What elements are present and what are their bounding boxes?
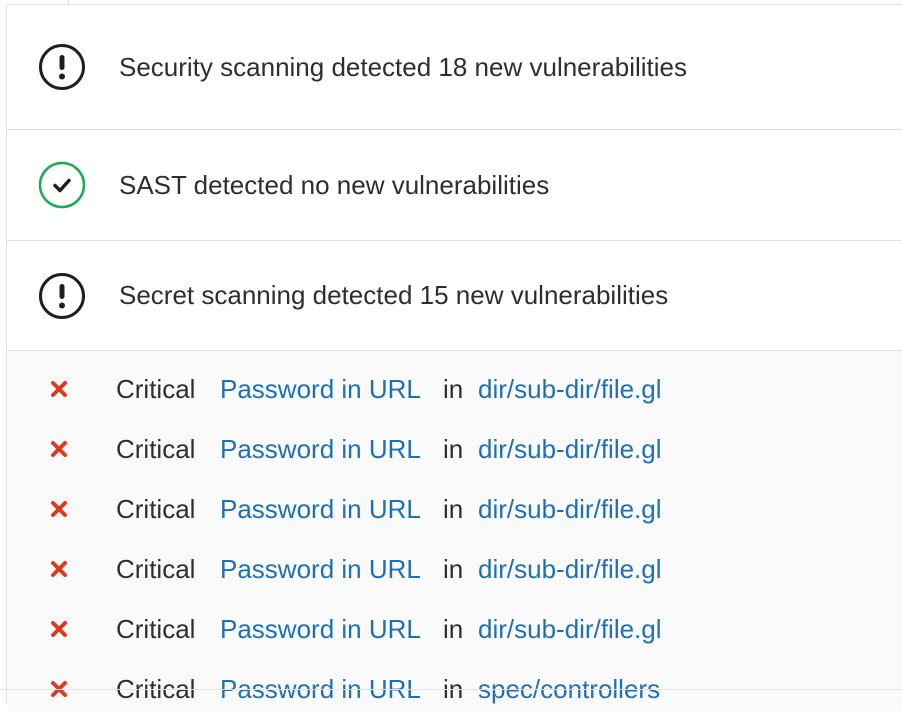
secret-scanning-summary: Secret scanning detected 15 new vulnerab…: [7, 241, 902, 351]
critical-x-icon: [51, 441, 67, 457]
finding-row: Critical Password in URL in dir/sub-dir/…: [7, 369, 902, 409]
secret-findings-list: Critical Password in URL in dir/sub-dir/…: [7, 351, 902, 711]
list-bottom-border: [0, 689, 902, 690]
in-label: in: [443, 613, 464, 644]
sast-summary: SAST detected no new vulnerabilities: [7, 130, 902, 241]
severity-label: Critical: [116, 493, 196, 524]
warning-icon: [38, 43, 86, 91]
critical-x-icon: [51, 381, 67, 397]
security-scanning-summary: Security scanning detected 18 new vulner…: [7, 5, 902, 130]
in-label: in: [443, 433, 464, 464]
finding-title-link[interactable]: Password in URL: [220, 494, 421, 525]
finding-row: Critical Password in URL in dir/sub-dir/…: [7, 489, 902, 529]
sast-summary-text: SAST detected no new vulnerabilities: [119, 169, 550, 200]
file-path-link[interactable]: dir/sub-dir/file.gl: [478, 554, 662, 585]
file-path-link[interactable]: dir/sub-dir/file.gl: [478, 434, 662, 465]
severity-label: Critical: [116, 613, 196, 644]
finding-row: Critical Password in URL in dir/sub-dir/…: [7, 429, 902, 469]
in-label: in: [443, 493, 464, 524]
security-report-panel: Security scanning detected 18 new vulner…: [6, 4, 902, 711]
security-scanning-summary-text: Security scanning detected 18 new vulner…: [119, 51, 688, 82]
severity-label: Critical: [116, 433, 196, 464]
critical-x-icon: [51, 561, 67, 577]
critical-x-icon: [51, 621, 67, 637]
finding-title-link[interactable]: Password in URL: [220, 554, 421, 585]
secret-scanning-summary-text: Secret scanning detected 15 new vulnerab…: [119, 280, 669, 310]
severity-label: Critical: [116, 373, 196, 404]
severity-label: Critical: [116, 553, 196, 584]
finding-row: Critical Password in URL in dir/sub-dir/…: [7, 609, 902, 649]
file-path-link[interactable]: dir/sub-dir/file.gl: [478, 614, 662, 645]
finding-title-link[interactable]: Password in URL: [220, 374, 421, 405]
in-label: in: [443, 373, 464, 404]
finding-title-link[interactable]: Password in URL: [220, 434, 421, 465]
warning-icon: [38, 272, 86, 320]
critical-x-icon: [51, 501, 67, 517]
file-path-link[interactable]: dir/sub-dir/file.gl: [478, 494, 662, 525]
finding-title-link[interactable]: Password in URL: [220, 614, 421, 645]
file-path-link[interactable]: dir/sub-dir/file.gl: [478, 374, 662, 405]
in-label: in: [443, 553, 464, 584]
success-check-icon: [38, 161, 86, 209]
finding-row: Critical Password in URL in dir/sub-dir/…: [7, 549, 902, 589]
